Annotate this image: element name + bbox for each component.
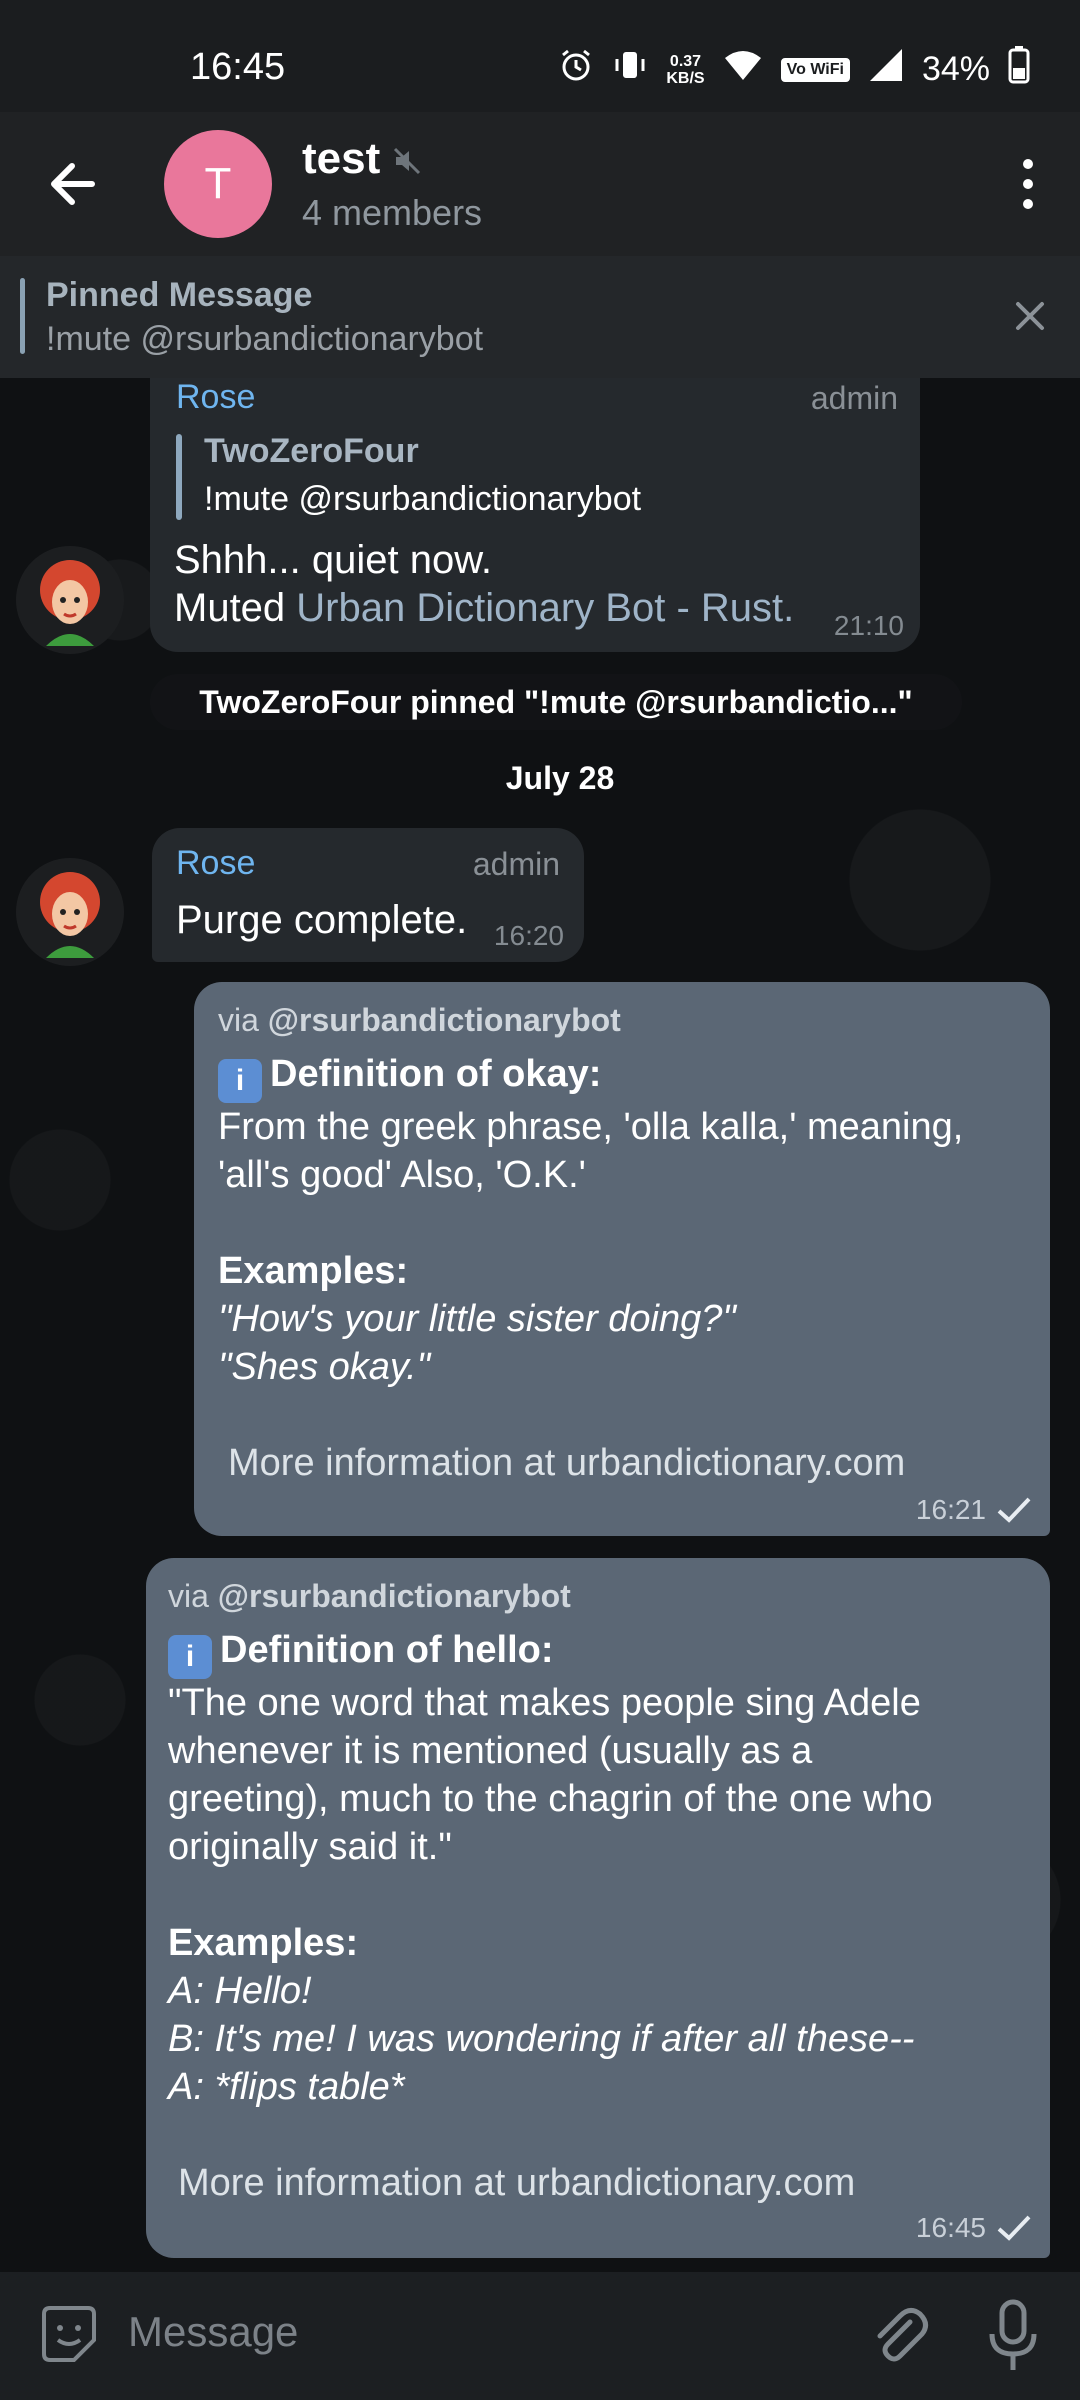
definition-text: whenever it is mentioned (usually as a — [168, 1730, 813, 1772]
examples-label: Examples: — [218, 1250, 409, 1292]
message-text: Shhh... quiet now. — [174, 538, 493, 582]
via-prefix: via — [218, 1002, 259, 1038]
info-icon: i — [168, 1635, 212, 1679]
bot-message-content: via @rsurbandictionarybot i Definition of… — [168, 1572, 1038, 2207]
pinned-text: !mute @rsurbandictionarybot — [46, 320, 484, 358]
reply-text[interactable]: !mute @rsurbandictionarybot — [204, 480, 641, 519]
definition-text: "The one word that makes people sing Ade… — [168, 1682, 921, 1724]
example-text: A: Hello! — [168, 1970, 312, 2012]
muted-speaker-icon — [392, 146, 422, 181]
via-bot-link[interactable]: @rsurbandictionarybot — [268, 1002, 621, 1038]
message-time: 21:10 — [833, 610, 904, 641]
example-text: "Shes okay." — [218, 1346, 431, 1388]
definition-heading: i Definition of okay: — [218, 1050, 1038, 1103]
group-avatar[interactable]: T — [164, 130, 272, 238]
microphone-icon — [989, 2299, 1037, 2370]
message-composer: Message — [0, 2272, 1080, 2400]
member-count: 4 members — [302, 192, 483, 233]
outgoing-message-bubble[interactable]: via @rsurbandictionarybot i Definition of… — [146, 1558, 1050, 2258]
net-speed-value: 0.37 — [669, 52, 702, 70]
message-time: 16:45 — [915, 2212, 986, 2243]
sender-name[interactable]: Rose — [176, 844, 255, 883]
more-info-link[interactable]: More information at urbandictionary.com — [168, 2159, 1038, 2207]
back-arrow-icon — [51, 163, 95, 205]
reply-accent-line — [176, 434, 182, 520]
definition-text: From the greek phrase, 'olla kalla,' mea… — [218, 1106, 964, 1148]
sticker-icon — [42, 2306, 96, 2362]
outgoing-message-bubble[interactable]: via @rsurbandictionarybot i Definition of… — [194, 982, 1050, 1536]
reply-author[interactable]: TwoZeroFour — [204, 432, 419, 471]
more-info-link[interactable]: More information at urbandictionary.com — [218, 1439, 1038, 1487]
admin-tag: admin — [810, 380, 898, 416]
net-speed-unit: KB/S — [666, 69, 705, 87]
via-bot-line: via @rsurbandictionarybot — [168, 1572, 1038, 1620]
definition-text: originally said it." — [168, 1826, 452, 1868]
close-pinned-button[interactable] — [1008, 294, 1052, 338]
message-text: Purge complete. — [176, 898, 468, 942]
attach-button[interactable] — [866, 2302, 932, 2368]
wifi-icon — [723, 48, 763, 91]
message-bubble[interactable]: Rose admin TwoZeroFour !mute @rsurbandic… — [150, 378, 920, 652]
pinned-message-bar[interactable]: Pinned Message !mute @rsurbandictionaryb… — [0, 256, 1080, 378]
rose-avatar[interactable] — [16, 858, 124, 966]
via-bot-link[interactable]: @rsurbandictionarybot — [218, 1578, 571, 1614]
battery-icon — [1008, 46, 1030, 93]
examples-label: Examples: — [168, 1922, 359, 1964]
date-divider: July 28 — [505, 760, 615, 796]
via-bot-line: via @rsurbandictionarybot — [218, 996, 1038, 1044]
message-input[interactable]: Message — [128, 2308, 298, 2356]
sender-name[interactable]: Rose — [176, 378, 255, 417]
example-text: "How's your little sister doing?" — [218, 1298, 736, 1340]
message-bubble[interactable]: Rose admin Purge complete. 16:20 — [152, 828, 584, 962]
definition-heading: i Definition of hello: — [168, 1626, 1038, 1679]
signal-icon — [868, 47, 904, 92]
system-message[interactable]: TwoZeroFour pinned "!mute @rsurbandictio… — [150, 674, 962, 730]
paperclip-icon — [877, 2308, 928, 2362]
definition-text: greeting), much to the chagrin of the on… — [168, 1778, 933, 1820]
admin-tag: admin — [472, 846, 560, 882]
rose-avatar[interactable] — [16, 546, 124, 654]
via-prefix: via — [168, 1578, 209, 1614]
message-text: Muted Urban Dictionary Bot - Rust. — [174, 586, 794, 631]
heading-text: Definition of hello: — [220, 1629, 554, 1671]
pinned-title: Pinned Message — [46, 276, 313, 314]
example-text: B: It's me! I was wondering if after all… — [168, 2018, 915, 2060]
info-icon: i — [218, 1059, 262, 1103]
volte-badge: Vo WiFi — [780, 57, 850, 82]
muted-prefix: Muted — [174, 586, 286, 630]
back-button[interactable] — [40, 150, 108, 218]
battery-percent: 34% — [921, 50, 990, 88]
status-time: 16:45 — [190, 46, 286, 88]
sticker-button[interactable] — [36, 2302, 102, 2368]
more-vert-icon — [1023, 159, 1033, 209]
message-time: 16:21 — [915, 1494, 986, 1525]
chat-header: T test 4 members — [0, 112, 1080, 256]
example-text: A: *flips table* — [168, 2066, 405, 2108]
definition-text: 'all's good' Also, 'O.K.' — [218, 1154, 586, 1196]
bot-message-content: via @rsurbandictionarybot i Definition of… — [218, 996, 1038, 1487]
more-options-button[interactable] — [1000, 152, 1056, 216]
message-time: 16:20 — [493, 920, 564, 951]
heading-text: Definition of okay: — [270, 1053, 602, 1095]
vibrate-icon — [612, 47, 648, 92]
check-icon — [997, 2215, 1031, 2241]
chat-title[interactable]: test — [302, 134, 380, 184]
bot-link[interactable]: Urban Dictionary Bot - Rust. — [296, 586, 794, 630]
status-icons: 0.37 KB/S Vo WiFi 34% — [558, 46, 1030, 93]
net-speed: 0.37 KB/S — [666, 53, 704, 87]
voice-message-button[interactable] — [980, 2298, 1046, 2374]
close-icon — [1016, 302, 1044, 330]
status-bar: 16:45 0.37 KB/S Vo WiFi 34% — [0, 0, 1080, 112]
check-icon — [997, 1497, 1031, 1523]
pinned-accent-line — [20, 278, 25, 354]
alarm-icon — [558, 47, 594, 92]
